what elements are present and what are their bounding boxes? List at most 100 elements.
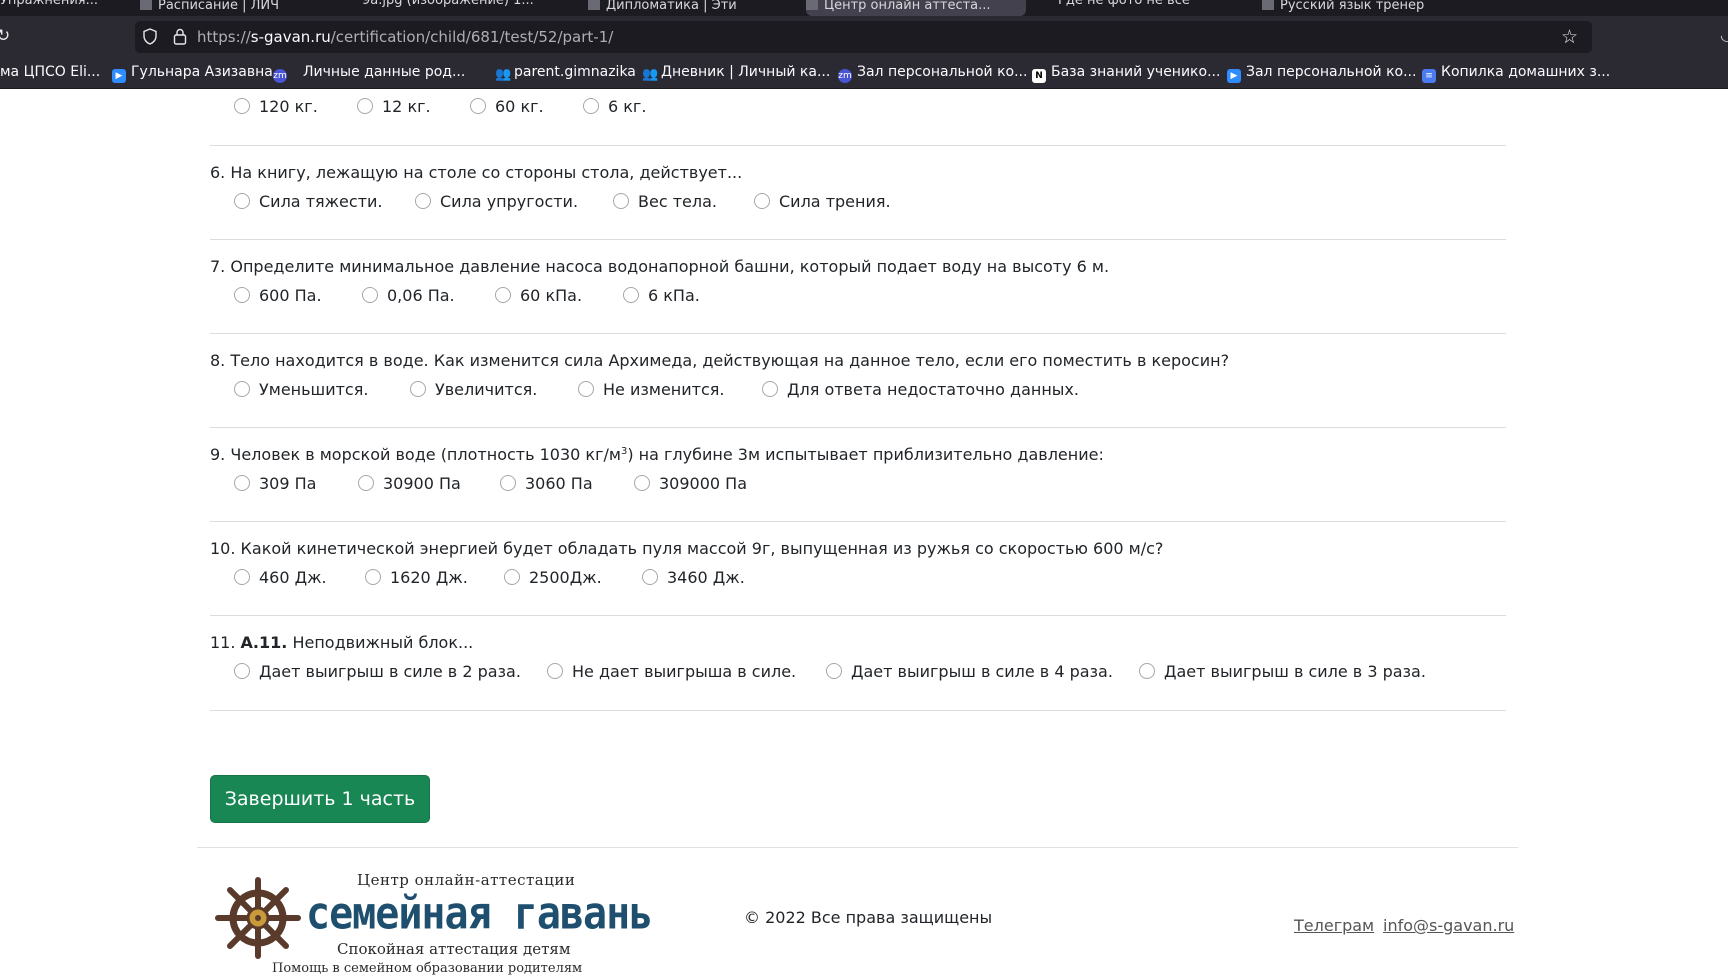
answer-option[interactable]: 120 кг. — [234, 97, 318, 116]
finish-part-button[interactable]: Завершить 1 часть — [210, 775, 430, 823]
radio-button[interactable] — [234, 569, 250, 585]
answer-option[interactable]: Сила упругости. — [415, 192, 578, 211]
bookmark-item[interactable]: ▶ Зал персональной ко... — [1227, 64, 1416, 83]
radio-button[interactable] — [826, 663, 842, 679]
tab-favicon-icon — [140, 0, 152, 10]
browser-tab[interactable]: Где не фото не всё — [1058, 0, 1258, 16]
radio-button[interactable] — [410, 381, 426, 397]
radio-button[interactable] — [642, 569, 658, 585]
answer-option[interactable]: Увеличится. — [410, 380, 537, 399]
answer-option[interactable]: 600 Па. — [234, 286, 322, 305]
answer-option[interactable]: Дает выигрыш в силе в 3 раза. — [1139, 662, 1426, 681]
answer-option[interactable]: 309 Па — [234, 474, 316, 493]
site-logo[interactable]: Центр онлайн-аттестации семейная гавань … — [212, 868, 653, 976]
answer-option[interactable]: 3060 Па — [500, 474, 593, 493]
lock-icon[interactable] — [173, 27, 187, 45]
radio-button[interactable] — [547, 663, 563, 679]
question-divider — [210, 145, 1506, 146]
radio-button[interactable] — [634, 475, 650, 491]
answer-option[interactable]: Для ответа недостаточно данных. — [762, 380, 1079, 399]
radio-button[interactable] — [234, 193, 250, 209]
question-divider — [210, 333, 1506, 334]
answer-option[interactable]: 1620 Дж. — [365, 568, 468, 587]
answer-option[interactable]: 60 кПа. — [495, 286, 582, 305]
bookmark-item[interactable]: Личные данные род... — [303, 64, 465, 80]
answer-option[interactable]: 6 кПа. — [623, 286, 700, 305]
browser-tab-active[interactable]: Центр онлайн аттеста... — [806, 0, 1026, 16]
answer-option[interactable]: 12 кг. — [357, 97, 431, 116]
radio-button[interactable] — [357, 98, 373, 114]
radio-button[interactable] — [500, 475, 516, 491]
radio-button[interactable] — [583, 98, 599, 114]
radio-button[interactable] — [415, 193, 431, 209]
ship-wheel-icon — [215, 877, 301, 959]
browser-tab[interactable]: Упражнения... — [0, 0, 120, 16]
pocket-icon[interactable]: ◡ — [1720, 25, 1728, 44]
answer-option[interactable]: 30900 Па — [358, 474, 461, 493]
radio-button[interactable] — [234, 475, 250, 491]
answer-option[interactable]: Сила трения. — [754, 192, 891, 211]
radio-button[interactable] — [504, 569, 520, 585]
browser-tab[interactable]: Дипломатика | Эти — [588, 0, 788, 16]
bookmark-item[interactable]: zm Зал персональной ко... — [838, 64, 1027, 83]
email-link[interactable]: info@s-gavan.ru — [1383, 916, 1514, 935]
radio-button[interactable] — [234, 663, 250, 679]
radio-button[interactable] — [1139, 663, 1155, 679]
answer-option[interactable]: Не изменится. — [578, 380, 724, 399]
zm-icon: zm — [838, 69, 852, 83]
radio-button[interactable] — [762, 381, 778, 397]
browser-tab[interactable]: Расписание | ЛИЧ — [140, 0, 330, 16]
radio-button[interactable] — [470, 98, 486, 114]
copyright-text: © 2022 Все права защищены — [744, 908, 993, 927]
answer-option[interactable]: 460 Дж. — [234, 568, 327, 587]
browser-navbar: ↻ https://s-gavan.ru/certification/child… — [0, 16, 1728, 58]
bookmark-item[interactable]: 👥 parent.gimnazika — [495, 64, 636, 82]
answer-option[interactable]: Уменьшится. — [234, 380, 368, 399]
notion-icon: N — [1032, 69, 1046, 83]
radio-button[interactable] — [362, 287, 378, 303]
tab-strip: Упражнения... Расписание | ЛИЧ 9a.jpg (и… — [0, 0, 1728, 16]
zoom-icon: ▶ — [112, 69, 126, 83]
radio-button[interactable] — [623, 287, 639, 303]
radio-button[interactable] — [234, 98, 250, 114]
footer-divider — [197, 847, 1518, 848]
radio-button[interactable] — [358, 475, 374, 491]
telegram-link[interactable]: Телеграм — [1294, 916, 1374, 935]
radio-button[interactable] — [754, 193, 770, 209]
answer-option[interactable]: Дает выигрыш в силе в 4 раза. — [826, 662, 1113, 681]
answer-option[interactable]: 2500Дж. — [504, 568, 602, 587]
radio-button[interactable] — [578, 381, 594, 397]
radio-button[interactable] — [234, 381, 250, 397]
radio-button[interactable] — [365, 569, 381, 585]
question-8-text: 8. Тело находится в воде. Как изменится … — [210, 351, 1230, 370]
answer-option[interactable]: 3460 Дж. — [642, 568, 745, 587]
answer-option[interactable]: 60 кг. — [470, 97, 544, 116]
bookmark-item[interactable]: N База знаний ученико... — [1032, 64, 1220, 83]
bookmark-star-icon[interactable]: ☆ — [1561, 26, 1578, 48]
answer-option[interactable]: Не дает выигрыша в силе. — [547, 662, 796, 681]
answer-option[interactable]: 309000 Па — [634, 474, 747, 493]
zoom-icon: ▶ — [1227, 69, 1241, 83]
bookmark-item[interactable]: ≡ Копилка домашних з... — [1422, 64, 1610, 83]
shield-icon[interactable] — [143, 28, 157, 45]
radio-button[interactable] — [613, 193, 629, 209]
bookmark-item[interactable]: zm — [273, 64, 292, 83]
radio-button[interactable] — [495, 287, 511, 303]
bookmark-item[interactable]: ▶ Гульнара Азизавна — [112, 64, 273, 83]
answer-option[interactable]: Сила тяжести. — [234, 192, 383, 211]
browser-tab[interactable]: 9a.jpg (изображение) 1... — [362, 0, 570, 16]
reload-icon[interactable]: ↻ — [0, 26, 10, 46]
radio-button[interactable] — [234, 287, 250, 303]
answer-option[interactable]: 6 кг. — [583, 97, 646, 116]
browser-tab[interactable]: Русский язык тренер — [1262, 0, 1472, 16]
bookmark-item[interactable]: 👥 Дневник | Личный ка... — [642, 64, 830, 82]
answer-option[interactable]: 0,06 Па. — [362, 286, 455, 305]
answer-option[interactable]: Вес тела. — [613, 192, 717, 211]
people-icon: 👥 — [495, 67, 512, 82]
address-bar[interactable]: https://s-gavan.ru/certification/child/6… — [135, 21, 1592, 53]
zm-icon: zm — [273, 69, 287, 83]
question-divider — [210, 615, 1506, 616]
bookmark-item[interactable]: ма ЦПСО Eli... — [0, 64, 100, 80]
document-icon: ≡ — [1422, 69, 1436, 83]
answer-option[interactable]: Дает выигрыш в силе в 2 раза. — [234, 662, 521, 681]
